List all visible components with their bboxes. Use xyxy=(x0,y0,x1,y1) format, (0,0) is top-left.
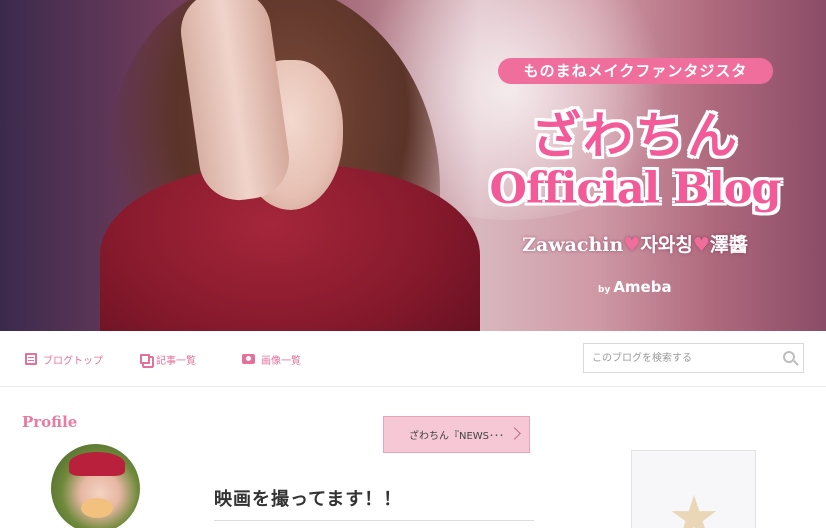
entry-title[interactable]: 映画を撮ってます！！ xyxy=(214,485,402,511)
document-icon xyxy=(25,353,37,365)
by-label: by xyxy=(598,285,611,295)
camera-icon xyxy=(242,354,255,364)
subname-korean: 자와칭 xyxy=(640,234,693,256)
profile-avatar[interactable] xyxy=(51,444,140,528)
nav-item-image-list[interactable]: 画像一覧 xyxy=(242,351,301,367)
avatar-hands xyxy=(81,498,113,518)
blog-search-box xyxy=(583,343,804,373)
profile-heading: Profile xyxy=(22,413,78,431)
banner-tagline: ものまねメイクファンタジスタ xyxy=(498,58,773,84)
blog-title-japanese: ざわちん xyxy=(531,106,739,165)
blog-search-input[interactable] xyxy=(584,344,774,372)
nav-item-blog-top[interactable]: ブログトップ xyxy=(25,351,103,367)
nav-item-label: 画像一覧 xyxy=(261,355,301,367)
news-button-label: ざわちん『NEWS･･･ xyxy=(408,431,505,442)
subname-english: Zawachin xyxy=(522,234,624,256)
sidebar-image-widget[interactable]: ★ xyxy=(631,450,756,528)
nav-item-article-list[interactable]: 記事一覧 xyxy=(140,351,196,367)
header-banner[interactable]: ものまねメイクファンタジスタ ざわちん Official Blog Zawach… xyxy=(0,0,826,331)
nav-item-label: 記事一覧 xyxy=(156,355,196,367)
news-link-button[interactable]: ざわちん『NEWS･･･ xyxy=(383,416,530,453)
avatar-hat xyxy=(69,452,125,476)
divider xyxy=(214,520,534,521)
nav-item-label: ブログトップ xyxy=(43,355,103,367)
magnifier-icon[interactable] xyxy=(783,351,795,363)
banner-subnames: Zawachin♥자와칭♥澤醬 xyxy=(470,230,800,257)
heart-icon: ♥ xyxy=(692,234,710,256)
copy-icon xyxy=(140,354,150,364)
heart-icon: ♥ xyxy=(623,234,641,256)
chevron-right-icon xyxy=(508,427,521,440)
subname-chinese: 澤醬 xyxy=(709,234,748,256)
blog-title-english: Official Blog xyxy=(489,164,782,214)
ameba-brand: Ameba xyxy=(613,278,672,296)
star-icon: ★ xyxy=(668,483,720,528)
ameba-logo: by Ameba xyxy=(598,278,672,296)
blog-page: ものまねメイクファンタジスタ ざわちん Official Blog Zawach… xyxy=(0,0,826,528)
